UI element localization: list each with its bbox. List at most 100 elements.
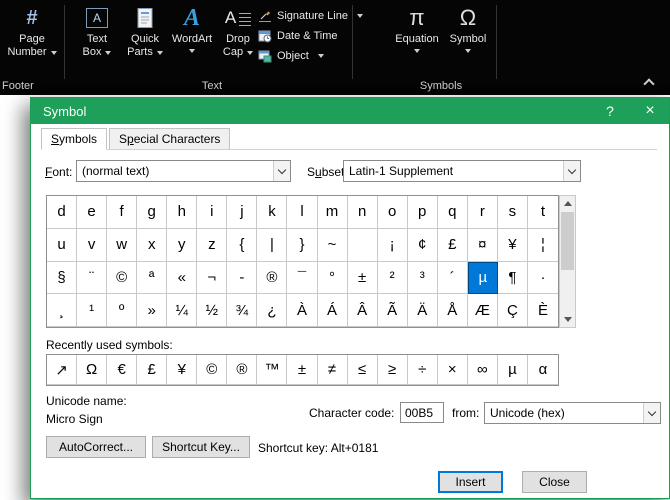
recent-symbol-cell[interactable]: ∞ [467, 355, 498, 385]
dialog-titlebar[interactable]: Symbol ? × [31, 98, 669, 124]
drop-cap-button[interactable]: A Drop Cap [216, 3, 260, 75]
grid-scrollbar[interactable] [559, 195, 576, 328]
symbol-cell[interactable]: ° [317, 261, 348, 295]
symbol-cell[interactable]: i [197, 196, 228, 229]
autocorrect-button[interactable]: AutoCorrect... [46, 436, 146, 458]
text-box-button[interactable]: A Text Box [72, 3, 122, 75]
collapse-ribbon-icon[interactable] [643, 78, 655, 90]
symbol-cell[interactable]: t [527, 196, 558, 229]
symbol-cell[interactable]: « [167, 261, 198, 295]
shortcut-key-button[interactable]: Shortcut Key... [152, 436, 250, 458]
scroll-up-button[interactable] [560, 196, 575, 211]
symbol-cell[interactable]: ~ [317, 228, 348, 262]
subset-select[interactable]: Latin-1 Supplement [343, 160, 581, 182]
font-select[interactable]: (normal text) [76, 160, 291, 182]
symbol-cell[interactable] [347, 228, 378, 262]
symbol-cell[interactable]: © [107, 261, 138, 295]
symbol-cell[interactable]: º [107, 294, 138, 327]
recent-symbol-cell[interactable]: ≠ [317, 355, 348, 385]
symbol-cell[interactable]: h [167, 196, 198, 229]
symbol-cell[interactable]: j [227, 196, 258, 229]
recent-symbol-cell[interactable]: µ [497, 355, 528, 385]
chevron-down-icon[interactable] [643, 403, 660, 423]
symbol-cell[interactable]: n [347, 196, 378, 229]
symbol-cell[interactable]: w [107, 228, 138, 262]
symbol-cell[interactable]: z [197, 228, 228, 262]
symbol-cell[interactable]: k [257, 196, 288, 229]
symbol-cell[interactable]: ¹ [77, 294, 108, 327]
symbol-cell[interactable]: v [77, 228, 108, 262]
symbol-cell[interactable]: ¸ [47, 294, 78, 327]
symbol-cell[interactable]: À [287, 294, 318, 327]
symbol-cell[interactable]: ¼ [167, 294, 198, 327]
symbol-button[interactable]: Ω Symbol [444, 3, 492, 75]
page-number-button[interactable]: # Page Number [4, 3, 60, 75]
symbol-cell[interactable]: - [227, 261, 258, 295]
symbol-cell[interactable]: } [287, 228, 318, 262]
symbol-cell[interactable]: r [467, 196, 498, 229]
symbol-cell[interactable]: ¶ [497, 261, 528, 295]
symbol-cell[interactable]: p [407, 196, 438, 229]
symbol-cell[interactable]: Ç [497, 294, 528, 327]
symbol-cell[interactable]: ¤ [467, 228, 498, 262]
recent-symbol-cell[interactable]: ™ [257, 355, 288, 385]
tab-symbols[interactable]: Symbols [41, 128, 108, 150]
symbol-cell[interactable]: µ [467, 261, 498, 295]
symbol-cell[interactable]: Ä [407, 294, 438, 327]
symbol-cell[interactable]: ² [377, 261, 408, 295]
close-button[interactable]: Close [522, 471, 587, 493]
symbol-cell[interactable]: Á [317, 294, 348, 327]
scrollbar-thumb[interactable] [561, 212, 574, 270]
symbol-cell[interactable]: Â [347, 294, 378, 327]
from-select[interactable]: Unicode (hex) [484, 402, 661, 424]
recent-symbol-cell[interactable]: ± [287, 355, 318, 385]
insert-button[interactable]: Insert [438, 471, 503, 493]
recent-symbol-cell[interactable]: Ω [77, 355, 108, 385]
symbol-cell[interactable]: l [287, 196, 318, 229]
recent-symbol-cell[interactable]: € [107, 355, 138, 385]
tab-special-characters[interactable]: Special Characters [109, 128, 231, 149]
symbol-cell[interactable]: ¡ [377, 228, 408, 262]
symbol-cell[interactable]: d [47, 196, 78, 229]
help-button[interactable]: ? [595, 98, 625, 124]
symbol-cell[interactable]: È [527, 294, 558, 327]
symbol-cell[interactable]: ¢ [407, 228, 438, 262]
recent-symbol-cell[interactable]: ÷ [407, 355, 438, 385]
symbol-cell[interactable]: f [107, 196, 138, 229]
character-code-input[interactable] [400, 402, 444, 423]
symbol-cell[interactable]: · [527, 262, 558, 295]
symbol-cell[interactable]: ª [137, 261, 168, 295]
symbol-cell[interactable]: Æ [467, 294, 498, 327]
symbol-cell[interactable]: ³ [407, 261, 438, 295]
recent-symbol-cell[interactable]: £ [137, 355, 168, 385]
recent-symbol-cell[interactable]: ↗ [47, 355, 78, 385]
symbol-cell[interactable]: » [137, 294, 168, 327]
symbol-cell[interactable]: ¿ [257, 294, 288, 327]
symbol-cell[interactable]: { [227, 228, 258, 262]
symbol-cell[interactable]: ® [257, 261, 288, 295]
chevron-down-icon[interactable] [563, 161, 580, 181]
symbol-cell[interactable]: Å [437, 294, 468, 327]
symbol-cell[interactable]: s [497, 196, 528, 229]
symbol-cell[interactable]: ¨ [77, 261, 108, 295]
symbol-cell[interactable]: m [317, 196, 348, 229]
scroll-down-button[interactable] [560, 312, 575, 327]
recent-symbol-cell[interactable]: × [437, 355, 468, 385]
symbol-cell[interactable]: ½ [197, 294, 228, 327]
symbol-cell[interactable]: Ã [377, 294, 408, 327]
chevron-down-icon[interactable] [273, 161, 290, 181]
symbol-cell[interactable]: ¯ [287, 261, 318, 295]
symbol-cell[interactable]: ´ [437, 261, 468, 295]
recent-symbol-cell[interactable]: ¥ [167, 355, 198, 385]
recent-symbol-cell[interactable]: © [197, 355, 228, 385]
symbol-cell[interactable]: £ [437, 228, 468, 262]
quick-parts-button[interactable]: Quick Parts [122, 3, 168, 75]
symbol-cell[interactable]: § [47, 261, 78, 295]
symbol-cell[interactable]: | [257, 228, 288, 262]
symbol-cell[interactable]: x [137, 228, 168, 262]
recent-symbol-cell[interactable]: ≥ [377, 355, 408, 385]
symbol-cell[interactable]: ¥ [497, 228, 528, 262]
recent-symbol-cell[interactable]: α [527, 355, 558, 385]
symbol-cell[interactable]: ¦ [527, 229, 558, 262]
recent-symbol-cell[interactable]: ≤ [347, 355, 378, 385]
